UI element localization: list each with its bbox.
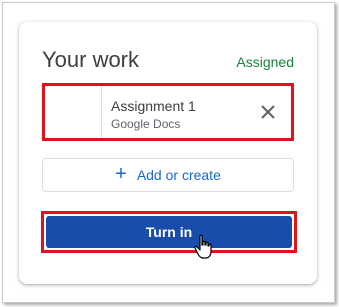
attachment-item[interactable]: Assignment 1 Google Docs [42, 83, 294, 141]
add-or-create-button[interactable]: + Add or create [42, 158, 294, 192]
turn-in-button[interactable]: Turn in [46, 216, 292, 248]
plus-icon: + [115, 163, 127, 185]
card-title: Your work [42, 47, 140, 72]
add-or-create-label: Add or create [136, 167, 221, 183]
hand-pointer-icon [194, 234, 214, 260]
attachment-thumbnail [45, 86, 102, 138]
close-icon[interactable] [257, 101, 279, 123]
status-badge: Assigned [236, 54, 294, 70]
attachment-name: Assignment 1 [111, 98, 196, 114]
attachment-type: Google Docs [111, 117, 181, 131]
turn-in-label: Turn in [145, 224, 193, 240]
